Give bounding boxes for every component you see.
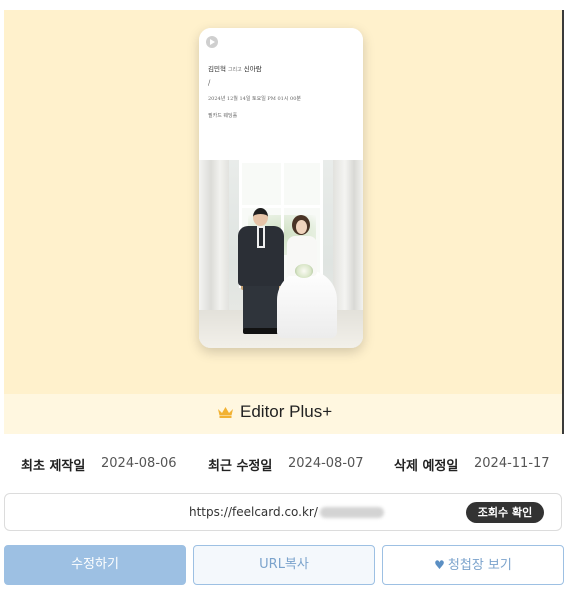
wedding-photo [199,160,363,348]
date-info-row: 최초 제작일 2024-08-06 최근 수정일 2024-08-07 삭제 예… [0,455,569,475]
bride-name: 신아람 [243,65,262,73]
plan-badge-label: Editor Plus+ [240,402,333,421]
invitation-header: 김민혁 그리고 신아람 / 2024년 12월 14일 토요일 PM 01시 00분… [199,28,363,160]
groom-figure-shoes [243,328,279,334]
deletion-date-label: 삭제 예정일 [394,459,459,474]
wedding-venue: 필카드 웨딩홀 [208,113,238,119]
modified-date-label: 최근 수정일 [208,459,273,474]
groom-figure-tie [259,228,263,246]
separator: / [208,79,211,87]
view-invitation-button[interactable]: ♥ 청첩장 보기 [382,545,564,585]
view-count-button[interactable]: 조회수 확인 [466,502,544,523]
view-invitation-label: 청첩장 보기 [447,558,512,573]
heart-icon: ♥ [434,558,445,572]
groom-name: 김민혁 [208,65,226,73]
crown-icon [218,407,233,418]
created-date-value: 2024-08-06 [101,456,177,471]
invitation-preview[interactable]: 김민혁 그리고 신아람 / 2024년 12월 14일 토요일 PM 01시 00분… [199,28,363,348]
deletion-date-value: 2024-11-17 [474,456,550,471]
copy-url-button[interactable]: URL복사 [193,545,375,585]
panel-edge [562,10,564,434]
and-text: 그리고 [227,67,242,73]
bride-figure-face [296,220,307,234]
invitation-url-field[interactable]: https://feelcard.co.kr/ 조회수 확인 [4,493,562,531]
url-redacted-path [320,507,384,518]
bride-figure-dress [277,270,337,338]
bouquet [295,264,313,278]
play-icon[interactable] [206,36,218,48]
edit-button[interactable]: 수정하기 [4,545,186,585]
wedding-datetime: 2024년 12월 14일 토요일 PM 01시 00분 [208,96,301,102]
created-date-label: 최초 제작일 [21,459,86,474]
invitation-url-text: https://feelcard.co.kr/ [189,505,318,519]
modified-date-value: 2024-08-07 [288,456,364,471]
couple-names: 김민혁 그리고 신아람 [208,63,262,73]
groom-figure-legs [243,280,279,330]
groom-figure-head [253,208,268,226]
